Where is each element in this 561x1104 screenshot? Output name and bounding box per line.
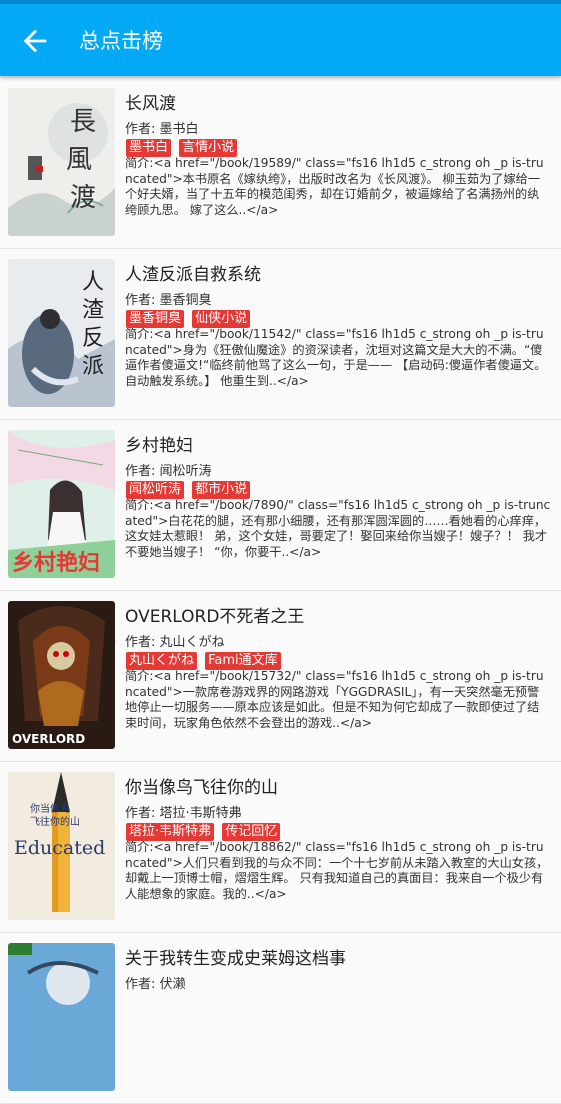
book-item[interactable]: 关于我转生变成史莱姆这档事 作者: 伏濑 — [0, 933, 561, 1104]
tag-list: 丸山くがね Fami通文库 — [126, 649, 284, 670]
book-intro: 简介:<a href="/book/18862/" class="fs16 lh… — [125, 840, 549, 901]
cover-title-text: Educated — [14, 837, 105, 859]
book-cover-image[interactable]: 人 渣 反 派 — [8, 259, 115, 407]
tag-author[interactable]: 墨香铜臭 — [126, 310, 185, 328]
book-item[interactable]: OVERLORD OVERLORD不死者之王 作者: 丸山くがね 丸山くがね F… — [0, 591, 561, 762]
book-author: 作者: 塔拉·韦斯特弗 — [125, 806, 242, 821]
book-author: 作者: 伏濑 — [125, 977, 186, 992]
book-title[interactable]: 长风渡 — [125, 89, 176, 114]
book-cover-image[interactable]: OVERLORD — [8, 601, 115, 749]
app-bar: 总点击榜 — [0, 4, 561, 76]
book-author: 作者: 闻松听涛 — [125, 464, 212, 479]
tag-category[interactable]: 都市小说 — [192, 481, 251, 499]
book-list: 長 風 渡 长风渡 作者: 墨书白 墨书白 言情小说 简介:<a href="/… — [0, 78, 561, 1104]
book-title[interactable]: 人渣反派自救系统 — [125, 260, 261, 285]
cover-title-glyph-3: 渡 — [70, 183, 96, 213]
tag-category[interactable]: 传记回忆 — [222, 823, 281, 841]
tag-author[interactable]: 丸山くがね — [126, 652, 198, 670]
tag-list: 闻松听涛 都市小说 — [126, 478, 253, 499]
book-author: 作者: 墨书白 — [125, 122, 199, 137]
tag-author[interactable]: 闻松听涛 — [126, 481, 185, 499]
cover-title-glyph-1: 長 — [70, 107, 96, 137]
book-cover-image[interactable]: 乡村艳妇 — [8, 430, 115, 578]
tag-list: 塔拉·韦斯特弗 传记回忆 — [126, 820, 283, 841]
cover-title-glyph-4: 派 — [82, 354, 104, 379]
tag-author[interactable]: 墨书白 — [126, 139, 172, 157]
cover-title-text: 乡村艳妇 — [12, 550, 100, 576]
cover-title-glyph-3: 反 — [82, 326, 104, 351]
cover-title-glyph-2: 渣 — [82, 298, 104, 323]
book-intro: 简介:<a href="/book/19589/" class="fs16 lh… — [125, 156, 544, 217]
book-intro: 简介:<a href="/book/11542/" class="fs16 lh… — [125, 327, 547, 388]
book-intro: 简介:<a href="/book/7890/" class="fs16 lh1… — [125, 498, 551, 559]
cover-subtitle-line-1: 你当像鸟 — [30, 802, 70, 815]
cover-title-glyph-2: 風 — [66, 145, 92, 175]
tag-category[interactable]: 言情小说 — [179, 139, 238, 157]
book-author: 作者: 墨香铜臭 — [125, 293, 212, 308]
book-item[interactable]: 人 渣 反 派 人渣反派自救系统 作者: 墨香铜臭 墨香铜臭 仙侠小说 简介:<… — [0, 249, 561, 420]
book-intro: 简介:<a href="/book/15732/" class="fs16 lh… — [125, 669, 544, 730]
cover-title-text: OVERLORD — [12, 732, 85, 746]
book-item[interactable]: 你当像鸟 飞往你的山 Educated 你当像鸟飞往你的山 作者: 塔拉·韦斯特… — [0, 762, 561, 933]
book-title[interactable]: 你当像鸟飞往你的山 — [125, 773, 278, 798]
tag-category[interactable]: 仙侠小说 — [192, 310, 251, 328]
tag-list: 墨书白 言情小说 — [126, 136, 240, 157]
book-title[interactable]: 关于我转生变成史莱姆这档事 — [125, 944, 346, 969]
book-author: 作者: 丸山くがね — [125, 635, 225, 650]
tag-author[interactable]: 塔拉·韦斯特弗 — [126, 823, 215, 841]
cover-subtitle-line-2: 飞往你的山 — [30, 815, 80, 828]
cover-title-glyph-1: 人 — [82, 270, 104, 295]
tag-category[interactable]: Fami通文库 — [205, 652, 281, 670]
tag-list: 墨香铜臭 仙侠小说 — [126, 307, 253, 328]
book-item[interactable]: 乡村艳妇 乡村艳妇 作者: 闻松听涛 闻松听涛 都市小说 简介:<a href=… — [0, 420, 561, 591]
book-title[interactable]: OVERLORD不死者之王 — [125, 602, 304, 627]
arrow-back-icon[interactable] — [18, 24, 52, 58]
page-title: 总点击榜 — [79, 29, 163, 53]
book-item[interactable]: 長 風 渡 长风渡 作者: 墨书白 墨书白 言情小说 简介:<a href="/… — [0, 78, 561, 249]
book-cover-image[interactable] — [8, 943, 115, 1091]
book-title[interactable]: 乡村艳妇 — [125, 431, 193, 456]
book-cover-image[interactable]: 長 風 渡 — [8, 88, 115, 236]
book-cover-image[interactable]: 你当像鸟 飞往你的山 Educated — [8, 772, 115, 920]
